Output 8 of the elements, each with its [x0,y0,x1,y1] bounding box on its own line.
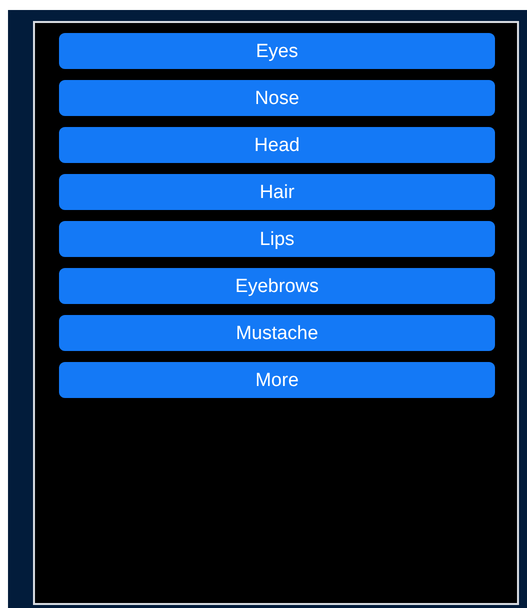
menu-button[interactable]: Eyes [59,33,495,69]
menu-button[interactable]: Head [59,127,495,163]
menu-button[interactable]: Hair [59,174,495,210]
menu-button[interactable]: Eyebrows [59,268,495,304]
menu-button[interactable]: More [59,362,495,398]
menu-button[interactable]: Nose [59,80,495,116]
menu-button[interactable]: Lips [59,221,495,257]
menu-button[interactable]: Mustache [59,315,495,351]
